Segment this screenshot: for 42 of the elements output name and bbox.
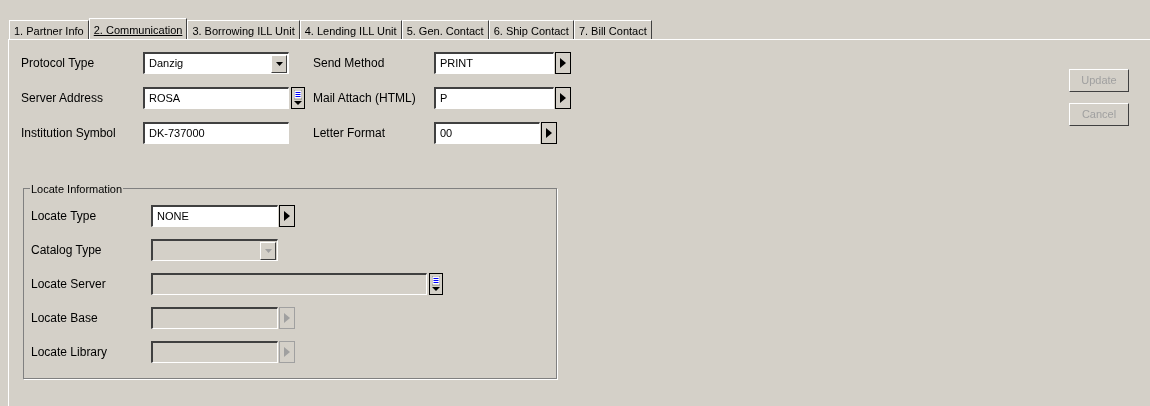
play-arrow-icon — [560, 58, 566, 68]
play-arrow-icon — [284, 211, 290, 221]
tab[interactable]: 6. Ship Contact — [488, 20, 574, 39]
input-field[interactable]: Danzig — [143, 52, 289, 74]
input-field[interactable]: DK-737000 — [143, 122, 289, 144]
arrow-button[interactable] — [541, 122, 557, 144]
tab[interactable]: 4. Lending ILL Unit — [299, 20, 402, 39]
field-label: Server Address — [21, 90, 105, 107]
field-label: Locate Base — [31, 310, 99, 327]
field-label: Send Method — [313, 55, 386, 72]
play-arrow-icon — [546, 128, 552, 138]
field-label: Catalog Type — [31, 242, 103, 259]
tab[interactable]: 1. Partner Info — [9, 20, 89, 39]
arrow-button[interactable] — [279, 205, 295, 227]
list-picker-button[interactable] — [291, 87, 305, 109]
field-label: Letter Format — [313, 125, 387, 142]
field-label: Locate Library — [31, 344, 109, 361]
field-label: Protocol Type — [21, 55, 96, 72]
list-icon — [294, 90, 302, 106]
field-label: Locate Type — [31, 208, 98, 225]
field-label: Institution Symbol — [21, 125, 117, 142]
caret-down-icon — [275, 61, 283, 66]
input-field[interactable]: P — [434, 87, 554, 109]
input-field[interactable]: ROSA — [143, 87, 289, 109]
tab[interactable]: 3. Borrowing ILL Unit — [187, 20, 300, 39]
caret-down-icon — [264, 248, 272, 253]
input-field[interactable]: 00 — [434, 122, 540, 144]
play-arrow-icon — [284, 347, 290, 357]
list-picker-button[interactable] — [429, 273, 443, 295]
field-label: Locate Server — [31, 276, 107, 293]
play-arrow-icon — [560, 93, 566, 103]
list-icon — [432, 276, 440, 292]
tab[interactable]: 7. Bill Contact — [573, 20, 652, 39]
play-arrow-icon — [284, 313, 290, 323]
arrow-button[interactable] — [555, 52, 571, 74]
tab[interactable]: 2. Communication — [88, 18, 188, 39]
input-field[interactable]: NONE — [151, 205, 278, 227]
dropdown-arrow-button[interactable] — [271, 54, 287, 73]
arrow-button[interactable] — [555, 87, 571, 109]
field-label: Mail Attach (HTML) — [313, 90, 417, 107]
input-field[interactable]: PRINT — [434, 52, 554, 74]
tab[interactable]: 5. Gen. Contact — [401, 20, 489, 39]
